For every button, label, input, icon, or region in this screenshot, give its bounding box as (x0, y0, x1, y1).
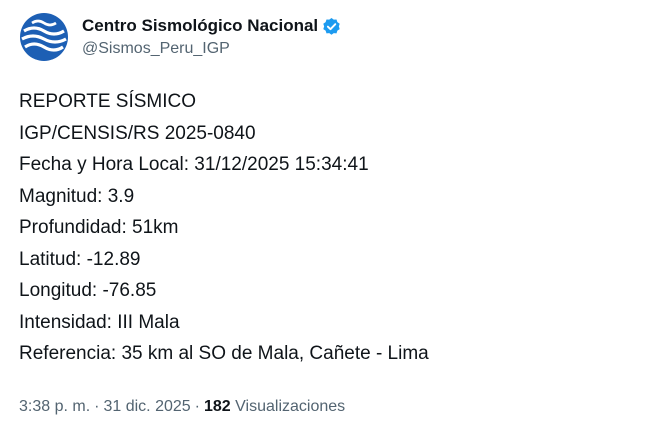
verified-badge-icon[interactable] (322, 17, 341, 36)
name-row: Centro Sismológico Nacional (82, 14, 341, 38)
account-handle[interactable]: @Sismos_Peru_IGP (82, 38, 341, 60)
tweet-date[interactable]: 31 dic. 2025 (103, 398, 190, 415)
meta-separator: · (94, 398, 100, 415)
tweet-meta: 3:38 p. m. · 31 dic. 2025 · 182 Visualizacio… (19, 394, 345, 420)
tweet-line-reference: Referencia: 35 km al SO de Mala, Cañete … (19, 343, 429, 364)
tweet-line-depth: Profundidad: 51km (19, 217, 179, 238)
views-count: 182 (204, 398, 231, 415)
tweet-text: REPORTE SÍSMICO IGP/CENSIS/RS 2025-0840 … (19, 86, 619, 370)
tweet-line-latitude: Latitud: -12.89 (19, 248, 141, 270)
tweet-line-magnitude: Magnitud: 3.9 (19, 185, 135, 207)
tweet-line-intensity: Intensidad: III Mala (19, 311, 180, 333)
views-label: Visualizaciones (235, 398, 346, 415)
tweet-line-title: REPORTE SÍSMICO (19, 91, 197, 112)
tweet-line-datetime: Fecha y Hora Local: 31/12/2025 15:34:41 (19, 154, 369, 175)
display-name[interactable]: Centro Sismológico Nacional (82, 16, 318, 36)
tweet-line-longitude: Longitud: -76.85 (19, 280, 157, 301)
account-names: Centro Sismológico Nacional @Sismos_Peru… (82, 14, 341, 60)
tweet-header: Centro Sismológico Nacional @Sismos_Peru… (18, 9, 341, 65)
tweet-line-report-id: IGP/CENSIS/RS 2025-0840 (19, 122, 256, 144)
avatar[interactable] (18, 11, 70, 63)
globe-waves-logo-icon (18, 11, 70, 63)
meta-separator: · (194, 398, 200, 415)
tweet-time[interactable]: 3:38 p. m. (19, 398, 90, 415)
